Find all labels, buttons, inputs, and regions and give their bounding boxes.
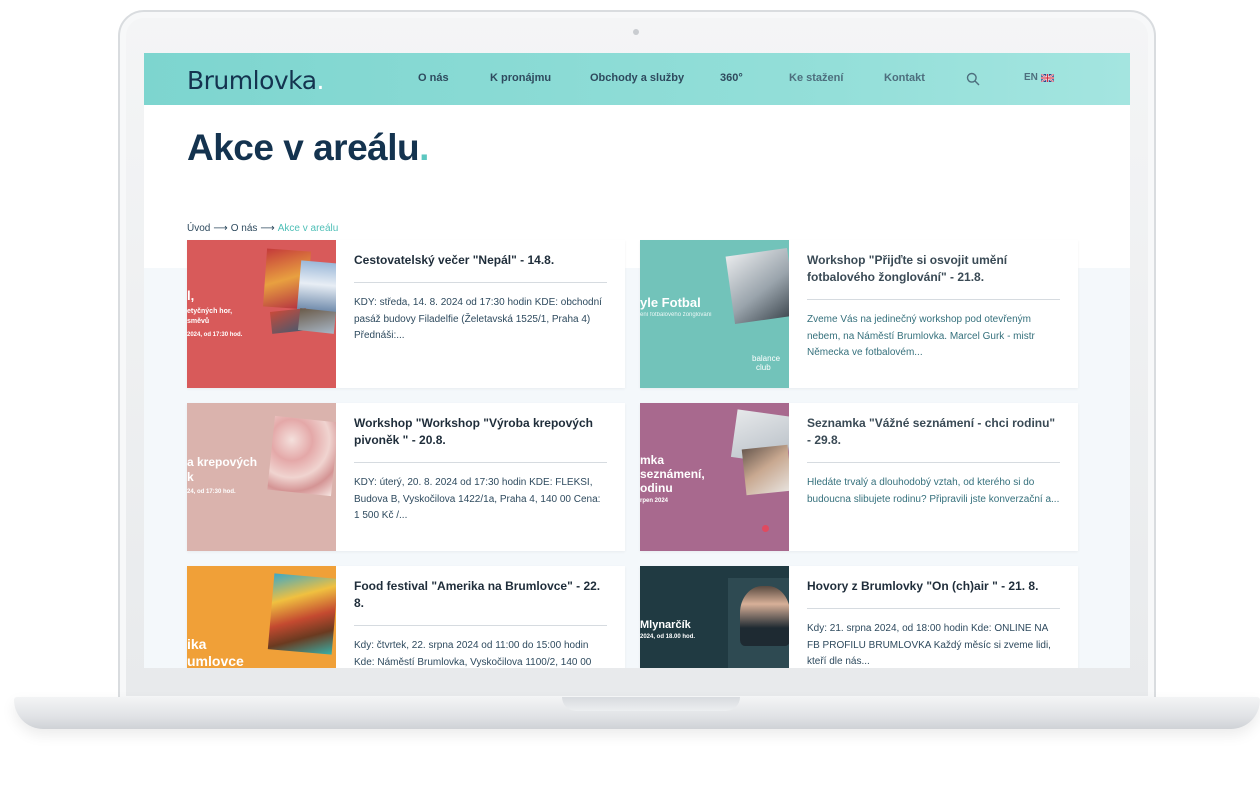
event-excerpt: Zveme Vás na jedinečný workshop pod otev…: [807, 314, 1035, 358]
site-header: Brumlovka. O nás K pronájmu Obchody a sl…: [144, 53, 1130, 105]
photo-speaker: [740, 586, 789, 646]
divider: [354, 462, 607, 463]
thumb-text: 2024, od 18.00 hod.: [640, 634, 696, 640]
event-thumbnail[interactable]: mka seznámení, odinu rpen 2024: [640, 403, 789, 551]
event-excerpt: KDY: středa, 14. 8. 2024 od 17:30 hodin …: [354, 297, 602, 341]
thumb-text: l,: [187, 288, 195, 303]
event-body: Hovory z Brumlovky "On (ch)air " - 21. 8…: [807, 578, 1060, 668]
lang-label: EN: [1024, 72, 1038, 83]
laptop-notch: [562, 697, 740, 711]
thumb-text: rpen 2024: [640, 498, 669, 504]
page-title: Akce v areálu.: [187, 127, 429, 169]
event-title[interactable]: Workshop "Přijďte si osvojit umění fotba…: [807, 252, 1060, 286]
event-thumbnail[interactable]: Mlynarčík 2024, od 18.00 hod.: [640, 566, 789, 668]
photo-mountains: [296, 260, 336, 314]
thumb-text: 24, od 17:30 hod.: [187, 489, 236, 495]
divider: [354, 625, 607, 626]
breadcrumb: Úvod ⟶ O nás ⟶ Akce v areálu: [187, 223, 338, 234]
breadcrumb-arrow-icon: ⟶: [260, 223, 275, 234]
thumb-text: balance: [752, 354, 781, 363]
thumb-text: 2024, od 17:30 hod.: [187, 332, 243, 338]
divider: [807, 299, 1060, 300]
breadcrumb-home[interactable]: Úvod: [187, 223, 210, 234]
thumb-text: odinu: [640, 481, 673, 495]
event-card[interactable]: Mlynarčík 2024, od 18.00 hod. Hovory z B…: [640, 566, 1078, 668]
site-logo[interactable]: Brumlovka.: [187, 66, 325, 95]
event-thumbnail[interactable]: ika umlovce: [187, 566, 336, 668]
nav-ke-stazeni[interactable]: Ke stažení: [789, 72, 843, 84]
event-title[interactable]: Workshop "Workshop "Výroba krepových piv…: [354, 415, 607, 449]
event-title[interactable]: Food festival "Amerika na Brumlovce" - 2…: [354, 578, 607, 612]
logo-text: Brumlovka: [187, 66, 317, 95]
event-card[interactable]: l, etyčných hor, směvů 2024, od 17:30 ho…: [187, 240, 625, 388]
event-excerpt: Kdy: čtvrtek, 22. srpna 2024 od 11:00 do…: [354, 640, 592, 668]
event-title[interactable]: Cestovatelský večer "Nepál" - 14.8.: [354, 252, 607, 269]
laptop-base: [14, 697, 1260, 729]
event-body: Food festival "Amerika na Brumlovce" - 2…: [354, 578, 607, 668]
breadcrumb-parent[interactable]: O nás: [231, 223, 258, 234]
divider: [807, 608, 1060, 609]
divider: [354, 282, 607, 283]
thumb-text: etyčných hor,: [187, 308, 233, 315]
camera-dot: [633, 29, 639, 35]
event-body: Seznamka "Vážné seznámení - chci rodinu"…: [807, 415, 1060, 508]
title-dot: .: [419, 127, 429, 168]
thumb-text: k: [187, 470, 194, 484]
thumb-text: ení fotbalového žonglování: [640, 312, 712, 318]
photo-footballer: [725, 248, 789, 324]
logo-dot: .: [316, 66, 325, 95]
thumb-text: směvů: [187, 318, 210, 325]
nav-o-nas[interactable]: O nás: [418, 72, 449, 84]
nav-kontakt[interactable]: Kontakt: [884, 72, 925, 84]
thumb-text: club: [756, 363, 771, 372]
event-body: Cestovatelský večer "Nepál" - 14.8. KDY:…: [354, 252, 607, 345]
event-body: Workshop "Přijďte si osvojit umění fotba…: [807, 252, 1060, 362]
thumb-text: a krepových: [187, 455, 258, 469]
event-thumbnail[interactable]: yle Fotbal ení fotbalového žonglování ba…: [640, 240, 789, 388]
thumb-text: mka: [640, 453, 665, 467]
nav-k-pronajmu[interactable]: K pronájmu: [490, 72, 551, 84]
photo-burger: [267, 573, 336, 655]
thumb-text: seznámení,: [640, 467, 705, 481]
language-switch[interactable]: EN: [1024, 72, 1054, 83]
nav-360[interactable]: 360°: [720, 72, 743, 84]
screen: Brumlovka. O nás K pronájmu Obchody a sl…: [144, 53, 1130, 668]
event-title[interactable]: Hovory z Brumlovky "On (ch)air " - 21. 8…: [807, 578, 1060, 595]
event-card[interactable]: a krepových k 24, od 17:30 hod. Workshop…: [187, 403, 625, 551]
nav-obchody-a-sluzby[interactable]: Obchody a služby: [590, 72, 684, 84]
event-card[interactable]: ika umlovce Food festival "Amerika na Br…: [187, 566, 625, 668]
event-thumbnail[interactable]: l, etyčných hor, směvů 2024, od 17:30 ho…: [187, 240, 336, 388]
event-excerpt: KDY: úterý, 20. 8. 2024 od 17:30 hodin K…: [354, 477, 601, 521]
divider: [807, 462, 1060, 463]
breadcrumb-arrow-icon: ⟶: [213, 223, 228, 234]
partner-logo-icon: [762, 525, 769, 532]
photo-man: [741, 444, 789, 496]
event-card[interactable]: mka seznámení, odinu rpen 2024 Seznamka …: [640, 403, 1078, 551]
breadcrumb-current: Akce v areálu: [277, 223, 339, 234]
search-icon[interactable]: [966, 72, 980, 86]
photo-prayer-flags: [297, 308, 336, 334]
event-card[interactable]: yle Fotbal ení fotbalového žonglování ba…: [640, 240, 1078, 388]
event-thumbnail[interactable]: a krepových k 24, od 17:30 hod.: [187, 403, 336, 551]
thumb-text: ika: [187, 636, 207, 652]
event-excerpt: Kdy: 21. srpna 2024, od 18:00 hodin Kde:…: [807, 623, 1051, 667]
event-body: Workshop "Workshop "Výroba krepových piv…: [354, 415, 607, 525]
event-excerpt: Hledáte trvalý a dlouhodobý vztah, od kt…: [807, 477, 1060, 505]
thumb-text: yle Fotbal: [640, 295, 701, 310]
thumb-text: Mlynarčík: [640, 619, 691, 631]
thumb-text: umlovce: [187, 653, 244, 668]
uk-flag-icon: [1040, 73, 1054, 82]
photo-peonies: [267, 415, 336, 497]
page-title-text: Akce v areálu: [187, 127, 420, 168]
event-title[interactable]: Seznamka "Vážné seznámení - chci rodinu"…: [807, 415, 1060, 449]
